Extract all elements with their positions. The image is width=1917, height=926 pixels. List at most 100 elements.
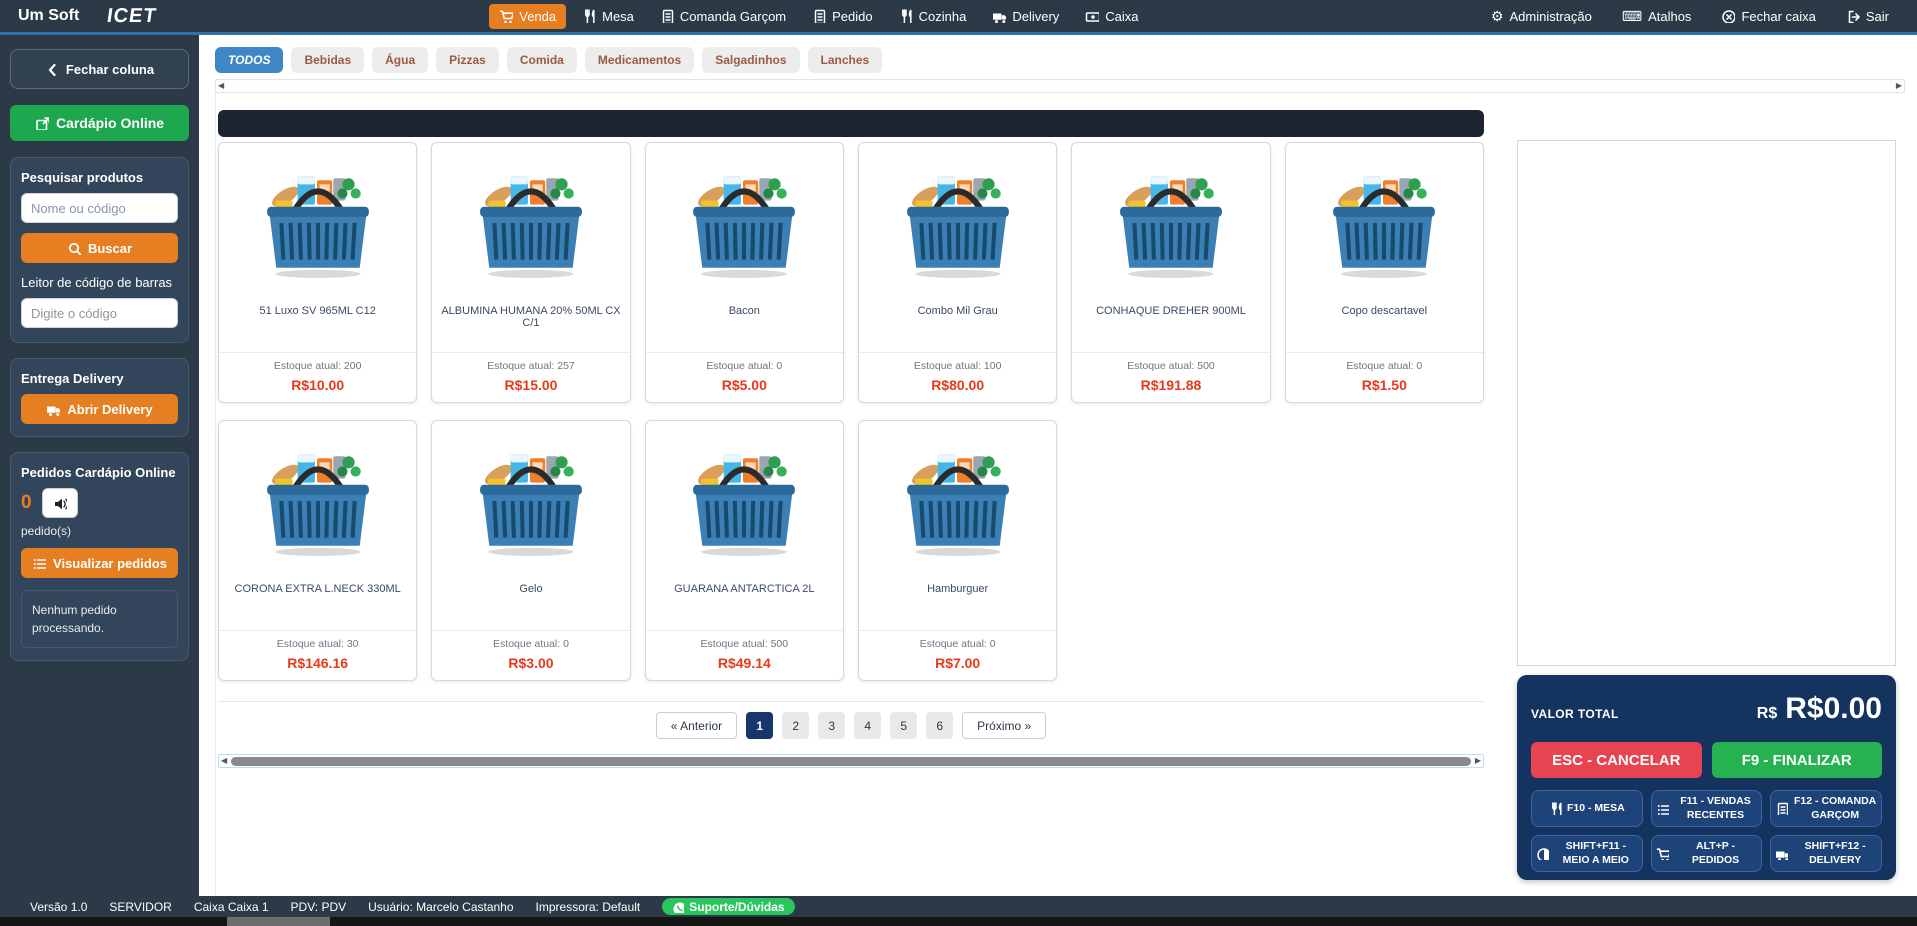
action-buttons-row: ESC - CANCELAR F9 - FINALIZAR bbox=[1531, 742, 1882, 778]
online-orders-title: Pedidos Cardápio Online bbox=[21, 465, 178, 480]
sound-toggle-button[interactable] bbox=[42, 488, 78, 518]
nav-administracao[interactable]: ⚙ Administração bbox=[1481, 4, 1602, 29]
product-image bbox=[859, 421, 1056, 573]
nav-caixa[interactable]: Caixa bbox=[1075, 4, 1148, 29]
nav-label: Cozinha bbox=[919, 9, 967, 24]
close-column-label: Fechar coluna bbox=[66, 62, 154, 77]
product-footer: Estoque atual: 0 R$1.50 bbox=[1286, 352, 1483, 402]
product-price: R$146.16 bbox=[223, 655, 412, 671]
total-value: R$0.00 bbox=[1785, 692, 1882, 726]
product-card[interactable]: ALBUMINA HUMANA 20% 50ML CX C/1 Estoque … bbox=[431, 142, 630, 403]
pagination-page-2[interactable]: 2 bbox=[782, 712, 809, 739]
close-circle-icon bbox=[1721, 9, 1735, 23]
product-name: Combo Mil Grau bbox=[859, 295, 1056, 352]
scroll-right-icon[interactable]: ▶ bbox=[1475, 757, 1481, 765]
grocery-basket-image bbox=[469, 444, 593, 558]
tab-salgadinhos[interactable]: Salgadinhos bbox=[702, 47, 799, 73]
product-card[interactable]: Hamburguer Estoque atual: 0 R$7.00 bbox=[858, 420, 1057, 681]
close-column-button[interactable]: Fechar coluna bbox=[10, 49, 189, 89]
shortcut-f12-comanda-garcom[interactable]: F12 - COMANDA GARÇOM bbox=[1770, 790, 1882, 827]
product-card[interactable]: CONHAQUE DREHER 900ML Estoque atual: 500… bbox=[1071, 142, 1270, 403]
nav-fechar-caixa[interactable]: Fechar caixa bbox=[1711, 4, 1825, 29]
tab-comida[interactable]: Comida bbox=[507, 47, 577, 73]
pagination-page-5[interactable]: 5 bbox=[890, 712, 917, 739]
barcode-input[interactable] bbox=[21, 298, 178, 328]
nav-label: Venda bbox=[519, 9, 556, 24]
truck-icon bbox=[1775, 847, 1788, 860]
nav-venda[interactable]: Venda bbox=[489, 4, 566, 29]
left-sidebar: Fechar coluna Cardápio Online Pesquisar … bbox=[0, 35, 199, 896]
shortcut-f10-mesa[interactable]: F10 - MESA bbox=[1531, 790, 1643, 827]
grocery-basket-image bbox=[682, 166, 806, 280]
keyboard-icon: ⌨ bbox=[1622, 9, 1642, 23]
scroll-left-icon[interactable]: ◀ bbox=[221, 757, 227, 765]
nav-pedido[interactable]: Pedido bbox=[802, 4, 882, 29]
right-column: VALOR TOTAL R$ R$0.00 ESC - CANCELAR F9 … bbox=[1484, 93, 1917, 896]
pagination-next-button[interactable]: Próximo » bbox=[962, 712, 1046, 739]
utensils-icon bbox=[582, 9, 596, 23]
cardapio-online-button[interactable]: Cardápio Online bbox=[10, 105, 189, 141]
tab-pizzas[interactable]: Pizzas bbox=[436, 47, 499, 73]
scroll-left-icon[interactable]: ◀ bbox=[218, 82, 224, 90]
product-card[interactable]: CORONA EXTRA L.NECK 330ML Estoque atual:… bbox=[218, 420, 417, 681]
view-orders-button[interactable]: Visualizar pedidos bbox=[21, 548, 178, 578]
pagination-prev-button[interactable]: « Anterior bbox=[656, 712, 737, 739]
tab-medicamentos[interactable]: Medicamentos bbox=[585, 47, 694, 73]
shortcut-shift-f11-meio-a-meio[interactable]: SHIFT+F11 - MEIO A MEIO bbox=[1531, 835, 1643, 872]
status-pdv: PDV: PDV bbox=[291, 900, 347, 914]
top-horizontal-scrollbar[interactable]: ◀ ▶ bbox=[215, 79, 1905, 93]
shortcut-label: F11 - VENDAS RECENTES bbox=[1674, 795, 1758, 821]
utensils-icon bbox=[1549, 802, 1562, 815]
nav-sair[interactable]: Sair bbox=[1836, 4, 1899, 29]
total-amount: R$ R$0.00 bbox=[1757, 692, 1882, 726]
nav-label: Administração bbox=[1509, 9, 1591, 24]
nav-comanda-garcom[interactable]: Comanda Garçom bbox=[650, 4, 796, 29]
nav-cozinha[interactable]: Cozinha bbox=[889, 4, 977, 29]
support-button[interactable]: Suporte/Dúvidas bbox=[662, 898, 794, 915]
product-card[interactable]: GUARANA ANTARCTICA 2L Estoque atual: 500… bbox=[645, 420, 844, 681]
orders-count-row: 0 bbox=[21, 488, 178, 518]
grocery-basket-image bbox=[896, 444, 1020, 558]
search-button[interactable]: Buscar bbox=[21, 233, 178, 263]
tab-lanches[interactable]: Lanches bbox=[808, 47, 883, 73]
search-input[interactable] bbox=[21, 193, 178, 223]
cash-register-icon bbox=[1085, 9, 1099, 23]
body-row: Fechar coluna Cardápio Online Pesquisar … bbox=[0, 35, 1917, 896]
product-name: CORONA EXTRA L.NECK 330ML bbox=[219, 573, 416, 630]
bottom-horizontal-scrollbar[interactable]: ◀ ▶ bbox=[218, 754, 1484, 768]
category-tabs: TODOS Bebidas Água Pizzas Comida Medicam… bbox=[215, 47, 1903, 73]
scrollbar-thumb[interactable] bbox=[231, 757, 1471, 766]
product-card[interactable]: Gelo Estoque atual: 0 R$3.00 bbox=[431, 420, 630, 681]
pagination-page-3[interactable]: 3 bbox=[818, 712, 845, 739]
product-stock: Estoque atual: 500 bbox=[1076, 360, 1265, 372]
nav-delivery[interactable]: Delivery bbox=[982, 4, 1069, 29]
whatsapp-icon bbox=[672, 901, 684, 913]
shortcut-shift-f12-delivery[interactable]: SHIFT+F12 - DELIVERY bbox=[1770, 835, 1882, 872]
shortcut-alt-p-pedidos[interactable]: ALT+P - PEDIDOS bbox=[1651, 835, 1763, 872]
tab-agua[interactable]: Água bbox=[372, 47, 428, 73]
nav-atalhos[interactable]: ⌨ Atalhos bbox=[1612, 4, 1702, 29]
open-delivery-button[interactable]: Abrir Delivery bbox=[21, 394, 178, 424]
cancel-button[interactable]: ESC - CANCELAR bbox=[1531, 742, 1702, 778]
shortcut-f11-vendas-recentes[interactable]: F11 - VENDAS RECENTES bbox=[1651, 790, 1763, 827]
tab-bebidas[interactable]: Bebidas bbox=[291, 47, 364, 73]
product-footer: Estoque atual: 500 R$191.88 bbox=[1072, 352, 1269, 402]
gear-icon: ⚙ bbox=[1491, 9, 1504, 23]
product-name: 51 Luxo SV 965ML C12 bbox=[219, 295, 416, 352]
product-card[interactable]: Copo descartavel Estoque atual: 0 R$1.50 bbox=[1285, 142, 1484, 403]
scroll-right-icon[interactable]: ▶ bbox=[1896, 82, 1902, 90]
pagination-page-6[interactable]: 6 bbox=[926, 712, 953, 739]
delivery-panel: Entrega Delivery Abrir Delivery bbox=[10, 358, 189, 437]
shortcut-label: ALT+P - PEDIDOS bbox=[1674, 840, 1758, 866]
tab-todos[interactable]: TODOS bbox=[215, 47, 283, 73]
product-name: Copo descartavel bbox=[1286, 295, 1483, 352]
product-card[interactable]: 51 Luxo SV 965ML C12 Estoque atual: 200 … bbox=[218, 142, 417, 403]
finalize-button[interactable]: F9 - FINALIZAR bbox=[1712, 742, 1883, 778]
pagination-page-1[interactable]: 1 bbox=[746, 712, 773, 739]
product-card[interactable]: Combo Mil Grau Estoque atual: 100 R$80.0… bbox=[858, 142, 1057, 403]
pagination-page-4[interactable]: 4 bbox=[854, 712, 881, 739]
status-caixa: Caixa Caixa 1 bbox=[194, 900, 269, 914]
nav-mesa[interactable]: Mesa bbox=[572, 4, 644, 29]
grocery-basket-image bbox=[1109, 166, 1233, 280]
product-card[interactable]: Bacon Estoque atual: 0 R$5.00 bbox=[645, 142, 844, 403]
